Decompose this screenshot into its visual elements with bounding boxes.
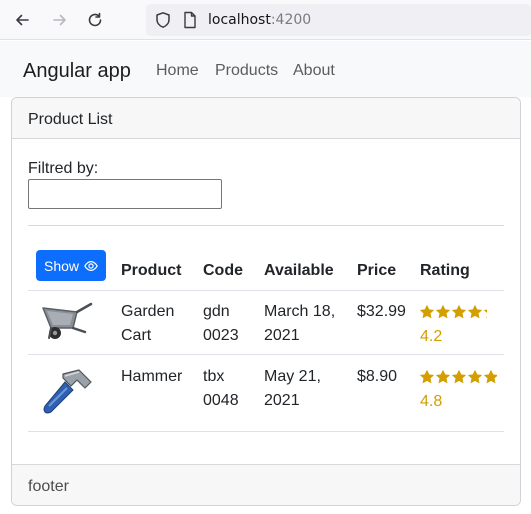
header-divider [28, 290, 504, 291]
product-list-card: Product List Filtred by: Show Product Co… [11, 97, 521, 506]
star-icon [483, 369, 497, 384]
star-icon [451, 369, 467, 384]
column-header-rating: Rating [420, 262, 470, 279]
page-icon[interactable] [182, 11, 198, 29]
divider [28, 225, 504, 226]
rating-value: 4.8 [420, 393, 443, 410]
garden-cart-icon [42, 302, 93, 339]
show-button-label: Show [43, 257, 80, 274]
nav-link-home[interactable]: Home [156, 62, 199, 80]
product-name: Hammer [121, 368, 183, 385]
hammer-icon [43, 369, 92, 414]
show-images-button[interactable]: Show [36, 250, 106, 281]
star-rating [419, 369, 497, 385]
product-code: 0048 [203, 392, 239, 409]
reload-icon[interactable] [84, 9, 106, 31]
product-code: 0023 [203, 327, 239, 344]
card-footer: footer [12, 464, 520, 505]
row-divider [28, 431, 504, 432]
row-divider [28, 354, 504, 355]
app-navbar: Angular app Home Products About [0, 41, 531, 97]
star-icon [451, 304, 467, 319]
column-header-code: Code [203, 262, 243, 279]
product-name: Cart [121, 327, 152, 344]
product-available: May 21, [264, 368, 321, 385]
product-price: $8.90 [357, 368, 398, 385]
brand-title[interactable]: Angular app [23, 60, 131, 83]
star-icon [419, 369, 435, 384]
product-code: tbx [203, 368, 225, 385]
url-text[interactable]: localhost:4200 [208, 12, 311, 28]
back-arrow-icon[interactable] [11, 9, 33, 31]
product-code: gdn [203, 303, 230, 320]
nav-link-about[interactable]: About [293, 62, 335, 80]
product-available: 2021 [264, 392, 300, 409]
product-name: Garden [121, 303, 175, 320]
filter-label: Filtred by: [28, 160, 99, 177]
footer-text: footer [28, 478, 69, 495]
column-header-product: Product [121, 262, 182, 279]
product-price: $32.99 [357, 303, 406, 320]
product-available: 2021 [264, 327, 300, 344]
star-icon [467, 369, 483, 384]
card-header: Product List [12, 98, 520, 139]
star-icon [419, 304, 435, 319]
star-icon [483, 309, 488, 319]
eye-icon [84, 260, 98, 271]
column-header-price: Price [357, 262, 397, 279]
forward-arrow-icon[interactable] [49, 9, 71, 31]
star-icon [435, 369, 451, 384]
star-rating [419, 304, 488, 320]
product-available: March 18, [264, 303, 336, 320]
column-header-available: Available [264, 262, 334, 279]
nav-link-products[interactable]: Products [215, 62, 278, 80]
shield-icon[interactable] [154, 11, 172, 29]
rating-value: 4.2 [420, 328, 443, 345]
filter-input[interactable] [28, 179, 222, 209]
browser-toolbar: localhost:4200 [0, 0, 531, 40]
card-title: Product List [28, 111, 113, 128]
star-icon [467, 304, 483, 319]
star-icon [435, 304, 451, 319]
address-bar[interactable]: localhost:4200 [146, 4, 531, 36]
